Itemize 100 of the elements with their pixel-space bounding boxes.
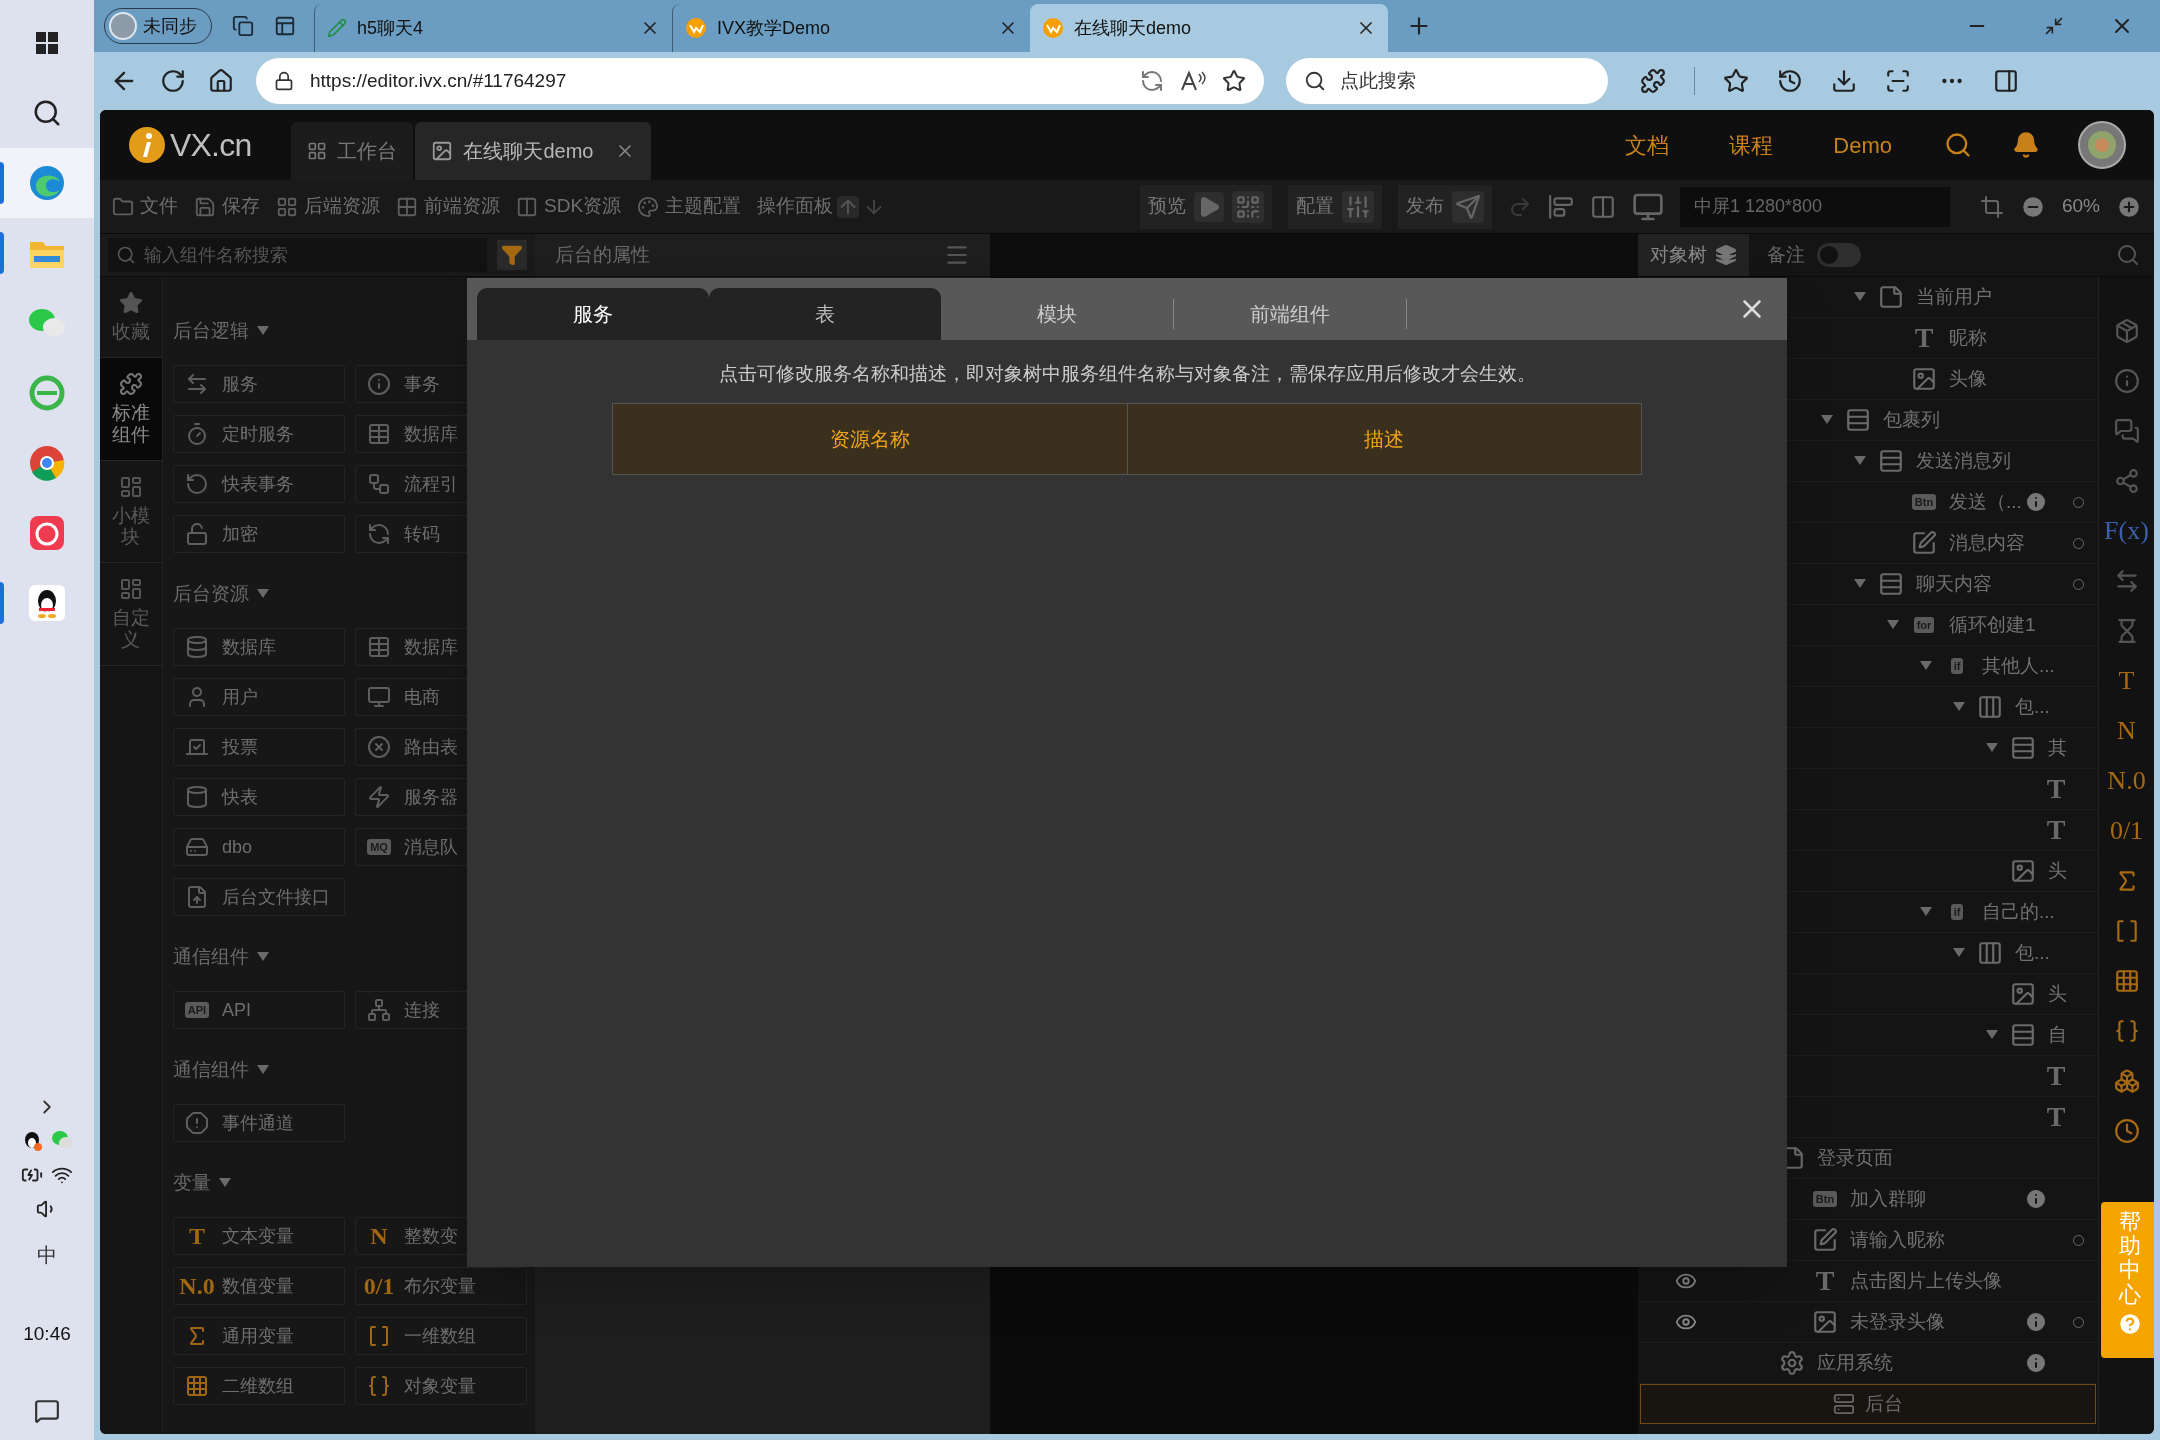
favorites-icon[interactable]: [1723, 68, 1749, 94]
search-input[interactable]: 点此搜索: [1340, 66, 1590, 96]
tree-row[interactable]: 未登录头像: [1638, 1302, 2098, 1343]
rail-tab[interactable]: 自定义: [100, 563, 162, 666]
clock-time[interactable]: 10:46: [23, 1319, 71, 1348]
expand-arrow-icon[interactable]: [1952, 702, 1965, 712]
input-method-indicator[interactable]: 中: [37, 1239, 57, 1270]
component-item[interactable]: 二维数组: [173, 1367, 345, 1405]
align-icon[interactable]: [1547, 193, 1574, 220]
component-item[interactable]: 后台文件接口: [173, 878, 345, 916]
expand-arrow-icon[interactable]: [1919, 907, 1932, 917]
info-icon[interactable]: [2024, 1310, 2048, 1334]
component-item[interactable]: 通用变量: [173, 1317, 345, 1355]
nav-link[interactable]: 课程: [1729, 128, 1774, 162]
dialog-tab[interactable]: 服务: [477, 288, 709, 340]
extensions-icon[interactable]: [1640, 68, 1666, 94]
component-item[interactable]: dbo: [173, 828, 345, 866]
notification-icon[interactable]: [34, 1398, 60, 1424]
backend-bar[interactable]: 后台: [1640, 1384, 2096, 1424]
download-icon[interactable]: [1831, 68, 1857, 94]
notification-icon[interactable]: [2012, 131, 2040, 159]
search-input[interactable]: 输入组件名称搜索: [144, 241, 479, 269]
screenshot-icon[interactable]: [1885, 68, 1911, 94]
component-item[interactable]: 事件通道: [173, 1104, 345, 1142]
restore-icon[interactable]: [2044, 16, 2064, 36]
component-item[interactable]: T 文本变量: [173, 1217, 345, 1255]
expand-arrow-icon[interactable]: [1853, 292, 1866, 302]
toolbar-button[interactable]: 保存: [194, 192, 260, 221]
search-field[interactable]: 输入组件名称搜索: [108, 238, 487, 272]
section-header[interactable]: 变量: [173, 1168, 211, 1198]
expand-arrow-icon[interactable]: [1853, 579, 1866, 589]
help-button[interactable]: 帮助中心: [2101, 1202, 2154, 1358]
glyph-icon[interactable]: F(x): [2104, 518, 2149, 544]
reload-icon[interactable]: [160, 68, 186, 94]
play-icon[interactable]: [1193, 191, 1224, 222]
section-header[interactable]: 后台资源: [173, 579, 249, 609]
toolbar-button[interactable]: 主题配置: [637, 192, 742, 221]
dialog-tab[interactable]: 前端组件: [1174, 288, 1406, 340]
nav-link[interactable]: Demo: [1833, 128, 1892, 162]
editor-tab[interactable]: 在线聊天demo: [415, 122, 652, 180]
expand-arrow-icon[interactable]: [1919, 661, 1932, 671]
toolbar-button[interactable]: 文件: [112, 192, 178, 221]
rail-tab[interactable]: 小模块: [100, 460, 162, 564]
home-icon[interactable]: [208, 68, 234, 94]
section-header[interactable]: 通信组件: [173, 1055, 249, 1085]
rail-tab[interactable]: 收藏: [100, 277, 162, 358]
info-icon[interactable]: [2024, 490, 2048, 514]
search-field[interactable]: 点此搜索: [1286, 58, 1608, 104]
expand-arrow-icon[interactable]: [1985, 1030, 1998, 1040]
component-item[interactable]: 服务: [173, 365, 345, 403]
tree-tab[interactable]: 对象树: [1638, 234, 1749, 276]
dialog-tab[interactable]: 模块: [941, 288, 1173, 340]
toolbar-button[interactable]: 前端资源: [396, 192, 500, 221]
sidebar-icon[interactable]: [1993, 68, 2019, 94]
caret-icon[interactable]: [257, 952, 269, 962]
distribute-icon[interactable]: [1589, 193, 1616, 220]
caret-icon[interactable]: [257, 1065, 269, 1075]
send-icon[interactable]: [1451, 190, 1484, 223]
glyph-icon[interactable]: 0/1: [2109, 818, 2144, 844]
search-icon[interactable]: [2116, 243, 2140, 267]
info-icon[interactable]: [2024, 1351, 2048, 1375]
toolbar-button[interactable]: 后端资源: [276, 192, 380, 221]
section-header[interactable]: 通信组件: [173, 942, 249, 972]
component-item[interactable]: 加密: [173, 515, 345, 553]
expand-arrow-icon[interactable]: [1952, 948, 1965, 958]
dialog-tab[interactable]: 表: [709, 288, 941, 340]
favorite-icon[interactable]: [1222, 69, 1246, 93]
history-icon[interactable]: [1777, 68, 1803, 94]
component-item[interactable]: 快表事务: [173, 465, 345, 503]
address-bar[interactable]: https://editor.ivx.cn/#11764297: [256, 58, 1264, 104]
glyph-icon[interactable]: N.0: [2107, 768, 2146, 794]
browser-tab[interactable]: 在线聊天demo: [1030, 4, 1388, 52]
expand-arrow-icon[interactable]: [1820, 415, 1833, 425]
note-toggle[interactable]: [1817, 243, 1861, 267]
component-item[interactable]: 0/1 布尔变量: [355, 1267, 527, 1305]
component-item[interactable]: 数据库: [173, 628, 345, 666]
component-item[interactable]: 投票: [173, 728, 345, 766]
component-item[interactable]: 快表: [173, 778, 345, 816]
component-item[interactable]: 用户: [173, 678, 345, 716]
component-item[interactable]: 对象变量: [355, 1367, 527, 1405]
nav-link[interactable]: 文档: [1625, 128, 1670, 162]
read-aloud-icon[interactable]: [1180, 70, 1206, 92]
search-icon[interactable]: [1944, 131, 1972, 159]
rail-tab[interactable]: 标准组件: [100, 357, 162, 461]
glyph-icon[interactable]: T: [2118, 668, 2135, 694]
expand-arrow-icon[interactable]: [1985, 743, 1998, 753]
component-item[interactable]: N.0 数值变量: [173, 1267, 345, 1305]
caret-icon[interactable]: [219, 1178, 231, 1188]
crop-icon[interactable]: [1979, 194, 2004, 219]
caret-icon[interactable]: [257, 589, 269, 599]
avatar[interactable]: [2078, 121, 2126, 169]
expand-arrow-icon[interactable]: [1853, 456, 1866, 466]
component-item[interactable]: 定时服务: [173, 415, 345, 453]
arrow-up-icon[interactable]: [837, 195, 860, 218]
device-select[interactable]: 中屏1 1280*800: [1679, 186, 1950, 227]
component-item[interactable]: API API: [173, 991, 345, 1029]
filter-icon[interactable]: [497, 240, 527, 270]
tab-actions-icon[interactable]: [232, 15, 254, 37]
glyph-icon[interactable]: N: [2117, 718, 2136, 744]
component-item[interactable]: 一维数组: [355, 1317, 527, 1355]
